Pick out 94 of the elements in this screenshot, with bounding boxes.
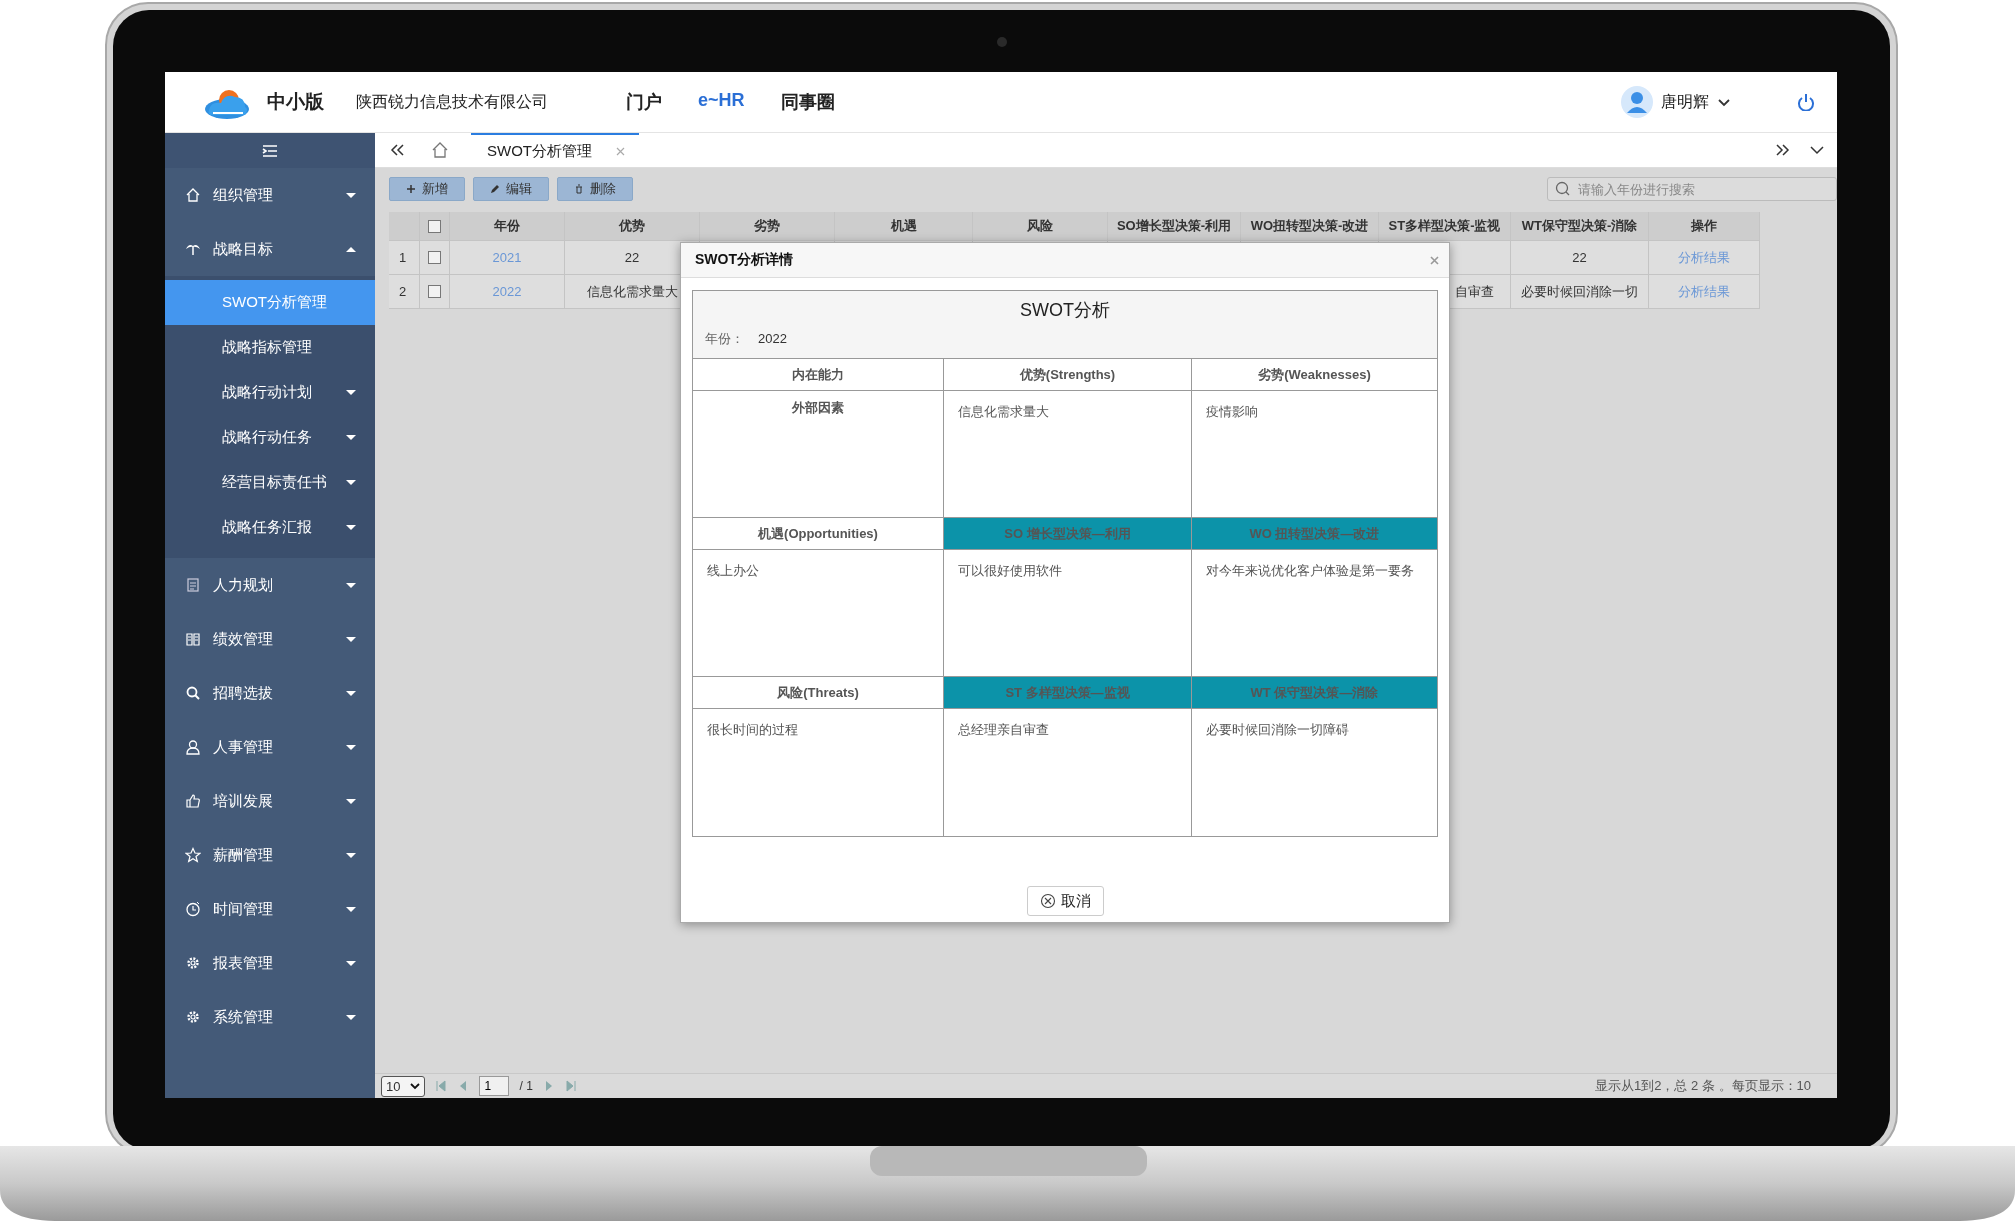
column-header[interactable]: 机遇 xyxy=(890,217,917,235)
double-chevron-right-icon[interactable] xyxy=(1775,143,1791,157)
dialog-title: SWOT分析详情 xyxy=(695,251,794,269)
field-label: 年份： xyxy=(705,330,744,348)
chevron-down-icon[interactable] xyxy=(1809,145,1825,155)
star-icon xyxy=(185,847,201,863)
column-header[interactable]: SO增长型决策-利用 xyxy=(1116,217,1232,235)
plus-icon xyxy=(406,184,416,194)
sidebar-item[interactable]: 人力规划 xyxy=(165,558,375,612)
user-name[interactable]: 唐明辉 xyxy=(1661,91,1709,113)
table-title: SWOT分析 xyxy=(1019,299,1111,322)
table-cell: 信息化需求量大 xyxy=(586,282,678,301)
row-number: 1 xyxy=(399,250,407,265)
sidebar-item[interactable]: 薪酬管理 xyxy=(165,828,375,882)
column-header[interactable]: 劣势 xyxy=(754,217,780,235)
header-cell: 机遇(Opportunities) xyxy=(693,518,944,550)
column-header[interactable]: ST多样型决策-监视 xyxy=(1388,217,1501,235)
header-cell: 风险(Threats) xyxy=(693,677,944,709)
person-icon xyxy=(185,739,201,755)
checkbox[interactable] xyxy=(428,285,441,298)
sidebar-item[interactable]: 系统管理 xyxy=(165,990,375,1044)
edition-label: 中小版 xyxy=(267,90,324,114)
avatar-icon[interactable] xyxy=(1621,86,1653,118)
trash-icon xyxy=(574,184,584,194)
cancel-icon xyxy=(1039,893,1056,909)
column-header[interactable]: WT保守型决策-消除 xyxy=(1521,217,1638,235)
sidebar-item[interactable]: 绩效管理 xyxy=(165,612,375,666)
strategy-header-cell: WO 扭转型决策—改进 xyxy=(1192,518,1437,550)
strategy-header-cell: SO 增长型决策—利用 xyxy=(944,518,1192,550)
gear-icon xyxy=(185,955,201,971)
menu-icon[interactable] xyxy=(261,143,279,158)
strategy-header-cell: WT 保守型决策—消除 xyxy=(1192,677,1437,709)
page-total: / 1 xyxy=(519,1079,533,1093)
checkbox[interactable] xyxy=(428,219,441,233)
header-cell: 内在能力 xyxy=(693,359,944,391)
page-input[interactable]: 1 xyxy=(479,1076,510,1096)
add-button[interactable]: 新增 xyxy=(389,177,465,201)
page-size-select[interactable]: 10 xyxy=(381,1075,426,1097)
table-cell: 22 xyxy=(624,250,640,265)
book-icon xyxy=(185,631,201,647)
pencil-icon xyxy=(490,184,500,194)
clock-icon xyxy=(185,901,201,917)
company-name: 陕西锐力信息技术有限公司 xyxy=(356,91,548,112)
column-header[interactable]: 操作 xyxy=(1691,217,1717,235)
submenu-item[interactable]: 经营目标责任书 xyxy=(165,460,375,505)
delete-button[interactable]: 删除 xyxy=(557,177,633,201)
submenu-item[interactable]: 战略指标管理 xyxy=(165,325,375,370)
table-cell: 线上办公 xyxy=(693,550,944,677)
sidebar-item[interactable]: 人事管理 xyxy=(165,720,375,774)
sidebar-item[interactable]: 组织管理 xyxy=(165,168,375,222)
nav-link[interactable]: 门户 xyxy=(626,90,662,114)
sidebar-item[interactable]: 时间管理 xyxy=(165,882,375,936)
submenu-item[interactable]: 战略行动任务 xyxy=(165,415,375,460)
edit-button[interactable]: 编辑 xyxy=(473,177,549,201)
home-icon xyxy=(185,187,201,203)
field-value: 2022 xyxy=(758,331,787,346)
header-cell: 外部因素 xyxy=(693,391,944,518)
sidebar-item[interactable]: 招聘选拔 xyxy=(165,666,375,720)
header-cell: 优势(Strengths) xyxy=(944,359,1192,391)
pager-summary: 显示从1到2，总 2 条 。每页显示：10 xyxy=(1595,1077,1811,1095)
table-cell: 自审查 xyxy=(1455,282,1494,301)
strategy-header-cell: ST 多样型决策—监视 xyxy=(944,677,1192,709)
search-field[interactable]: 请输入年份进行搜索 xyxy=(1547,177,1837,201)
sidebar-item[interactable]: 报表管理 xyxy=(165,936,375,990)
table-cell: 必要时候回消除一切 xyxy=(1521,282,1638,301)
header-cell: 劣势(Weaknesses) xyxy=(1192,359,1437,391)
document-icon xyxy=(185,577,201,593)
thumbs-up-icon xyxy=(185,793,201,809)
table-cell-text: 必要时候回消除一切障碍 xyxy=(1205,721,1350,739)
table-cell: 22 xyxy=(1572,250,1587,265)
submenu-item[interactable]: 战略任务汇报 xyxy=(165,505,375,550)
nav-link[interactable]: e~HR xyxy=(698,90,745,114)
close-icon[interactable] xyxy=(1430,255,1439,265)
table-cell: 很长时间的过程 xyxy=(693,709,944,836)
column-header[interactable]: 年份 xyxy=(494,217,520,235)
power-icon[interactable] xyxy=(1797,93,1815,111)
row-number: 2 xyxy=(399,284,407,299)
sidebar-item[interactable]: 培训发展 xyxy=(165,774,375,828)
column-header[interactable]: WO扭转型决策-改进 xyxy=(1250,217,1369,235)
gear-icon xyxy=(185,1009,201,1025)
close-icon[interactable] xyxy=(616,146,625,156)
nav-link[interactable]: 同事圈 xyxy=(780,90,835,114)
column-header[interactable]: 优势 xyxy=(619,217,645,235)
double-chevron-left-icon[interactable] xyxy=(389,143,405,157)
table-cell: 总经理亲自审查 xyxy=(944,709,1192,836)
checkbox[interactable] xyxy=(428,251,441,264)
caret-down-icon xyxy=(410,1082,421,1090)
search-icon xyxy=(185,685,201,701)
chevron-down-icon[interactable] xyxy=(1717,97,1731,107)
column-header[interactable]: 风险 xyxy=(1027,217,1053,235)
cancel-button[interactable]: 取消 xyxy=(1026,886,1104,916)
submenu-item[interactable]: 战略行动计划 xyxy=(165,370,375,415)
sidebar-item[interactable]: 战略目标 xyxy=(165,222,375,276)
home-icon[interactable] xyxy=(431,141,449,159)
